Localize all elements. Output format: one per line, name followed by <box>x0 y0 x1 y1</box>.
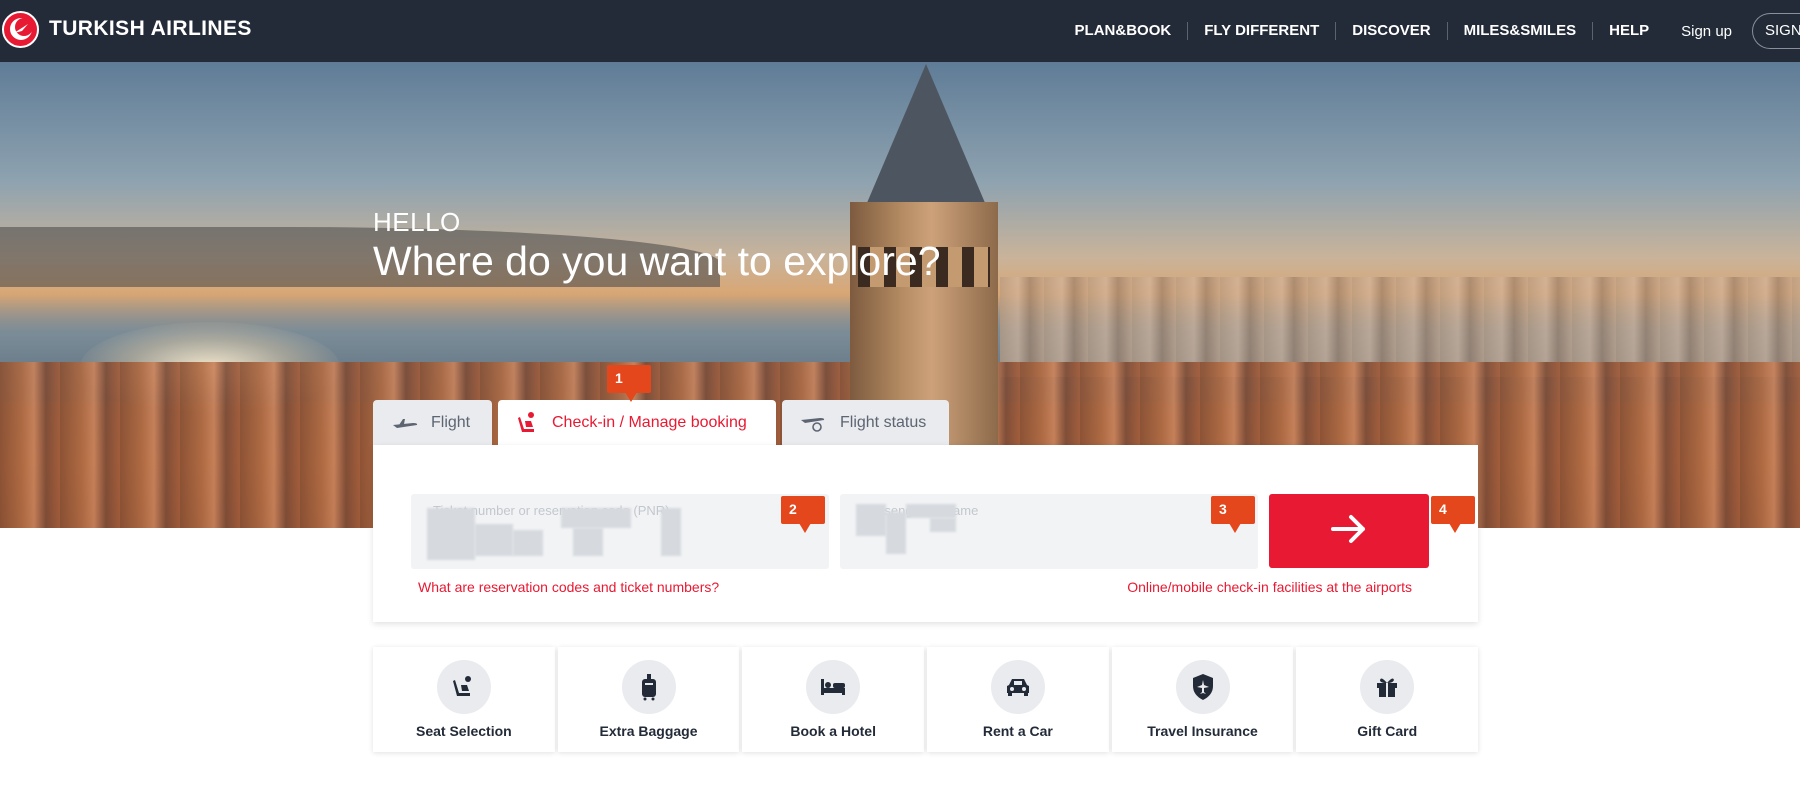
service-label: Seat Selection <box>415 723 512 739</box>
service-label: Rent a Car <box>982 723 1053 739</box>
submit-button[interactable] <box>1269 494 1429 568</box>
service-book-a-hotel[interactable]: Book a Hotel <box>742 647 925 752</box>
nav-item-miles-smiles[interactable]: MILES&SMILES <box>1448 22 1594 40</box>
callout-marker-3: 3 <box>1211 496 1255 533</box>
tab-check-in-manage-booking[interactable]: Check-in / Manage booking <box>498 400 776 445</box>
redacted-block <box>573 528 603 556</box>
arrow-right-icon <box>1329 512 1369 551</box>
callout-marker-2: 2 <box>781 496 825 533</box>
gift-icon <box>1360 660 1415 714</box>
passenger-surname-field[interactable]: Passenger surname <box>840 494 1258 569</box>
redacted-block <box>513 530 543 556</box>
car-icon <box>990 660 1045 714</box>
reservation-codes-help-link[interactable]: What are reservation codes and ticket nu… <box>418 579 719 595</box>
hero-headline: Where do you want to explore? <box>373 238 941 284</box>
service-travel-insurance[interactable]: Travel Insurance <box>1111 647 1294 752</box>
shield-plane-icon <box>1175 660 1230 714</box>
bed-icon <box>806 660 861 714</box>
brand-name: TURKISH AIRLINES <box>49 17 252 40</box>
tab-flight-status-label: Flight status <box>840 413 927 431</box>
tab-flight-status[interactable]: Flight status <box>782 400 949 445</box>
redacted-block <box>561 508 631 528</box>
nav-item-help[interactable]: HELP <box>1593 22 1665 40</box>
service-gift-card[interactable]: Gift Card <box>1296 647 1479 752</box>
redacted-block <box>661 508 681 556</box>
redacted-block <box>886 512 906 554</box>
nav-item-discover[interactable]: DISCOVER <box>1336 22 1448 40</box>
redacted-block <box>475 524 513 556</box>
service-label: Book a Hotel <box>790 723 876 739</box>
tab-flight[interactable]: Flight <box>373 400 492 445</box>
sign-up-link[interactable]: Sign up <box>1665 23 1752 40</box>
nav-item-plan-book[interactable]: PLAN&BOOK <box>1059 22 1189 40</box>
tab-check-in-label: Check-in / Manage booking <box>552 413 747 431</box>
seat-icon <box>436 660 491 714</box>
airport-check-in-link[interactable]: Online/mobile check-in facilities at the… <box>1127 579 1412 595</box>
service-label: Extra Baggage <box>599 723 698 739</box>
tab-flight-label: Flight <box>431 413 471 431</box>
service-rent-a-car[interactable]: Rent a Car <box>927 647 1109 752</box>
redacted-block <box>856 504 886 536</box>
callout-marker-1: 1 <box>607 365 651 402</box>
flight-status-icon <box>800 414 828 432</box>
service-seat-selection[interactable]: Seat Selection <box>373 647 555 752</box>
service-label: Gift Card <box>1357 723 1418 739</box>
seat-person-icon <box>516 411 540 435</box>
check-in-panel: Ticket number or reservation code (PNR) … <box>373 445 1478 622</box>
crescent-bird-logo-icon <box>2 10 39 48</box>
nav-item-fly-different[interactable]: FLY DIFFERENT <box>1188 22 1337 40</box>
service-tiles: Seat Selection Extra Baggage Book a Hote… <box>373 647 1479 752</box>
redacted-block <box>906 504 956 518</box>
sign-in-button[interactable]: SIGN <box>1752 13 1800 49</box>
service-label: Travel Insurance <box>1147 723 1258 739</box>
brand-logo[interactable]: TURKISH AIRLINES <box>2 9 252 49</box>
pnr-field[interactable]: Ticket number or reservation code (PNR) <box>411 494 829 569</box>
airplane-takeoff-icon <box>391 415 419 431</box>
main-nav: PLAN&BOOK FLY DIFFERENT DISCOVER MILES&S… <box>1059 0 1800 62</box>
baggage-icon <box>621 660 676 714</box>
callout-marker-4: 4 <box>1431 496 1475 533</box>
redacted-block <box>930 518 956 532</box>
redacted-block <box>427 508 475 560</box>
galata-tower-roof <box>858 64 994 224</box>
top-header: TURKISH AIRLINES PLAN&BOOK FLY DIFFERENT… <box>0 0 1800 62</box>
hero-greeting: HELLO <box>373 207 461 237</box>
service-extra-baggage[interactable]: Extra Baggage <box>557 647 740 752</box>
